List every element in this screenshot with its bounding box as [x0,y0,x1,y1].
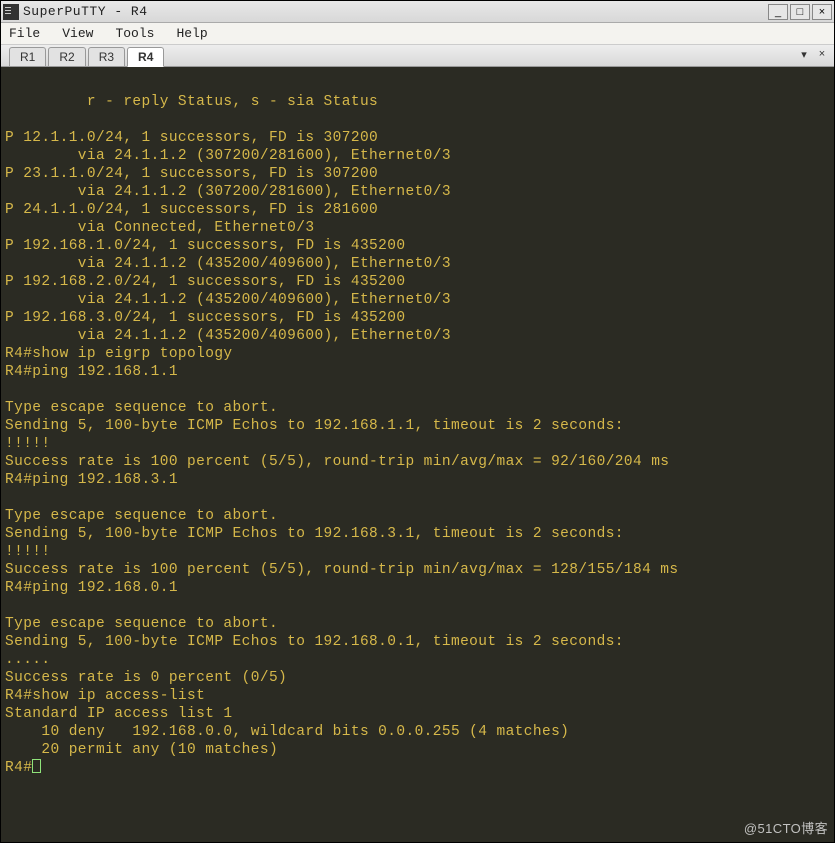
app-icon [3,4,19,20]
close-button[interactable]: × [812,4,832,20]
menu-view[interactable]: View [62,26,93,41]
menu-file[interactable]: File [9,26,40,41]
tab-dropdown-icon[interactable]: ▾ [796,47,812,61]
tab-r1[interactable]: R1 [9,47,46,66]
tab-strip: R1 R2 R3 R4 ▾ × [1,45,834,67]
tab-close-icon[interactable]: × [814,47,830,61]
tab-r4[interactable]: R4 [127,47,164,67]
watermark-text: @51CTO博客 [744,820,828,838]
menu-bar: File View Tools Help [1,23,834,45]
menu-help[interactable]: Help [176,26,207,41]
minimize-button[interactable]: _ [768,4,788,20]
maximize-button[interactable]: □ [790,4,810,20]
tab-r2[interactable]: R2 [48,47,85,66]
terminal-cursor [32,759,41,773]
terminal-output[interactable]: r - reply Status, s - sia Status P 12.1.… [1,67,834,842]
tab-strip-controls: ▾ × [794,47,830,61]
terminal-prompt: R4# [5,760,32,776]
title-bar: SuperPuTTY - R4 _ □ × [1,1,834,23]
menu-tools[interactable]: Tools [115,26,154,41]
window-title: SuperPuTTY - R4 [23,4,766,19]
window-buttons: _ □ × [766,4,832,20]
tab-r3[interactable]: R3 [88,47,125,66]
